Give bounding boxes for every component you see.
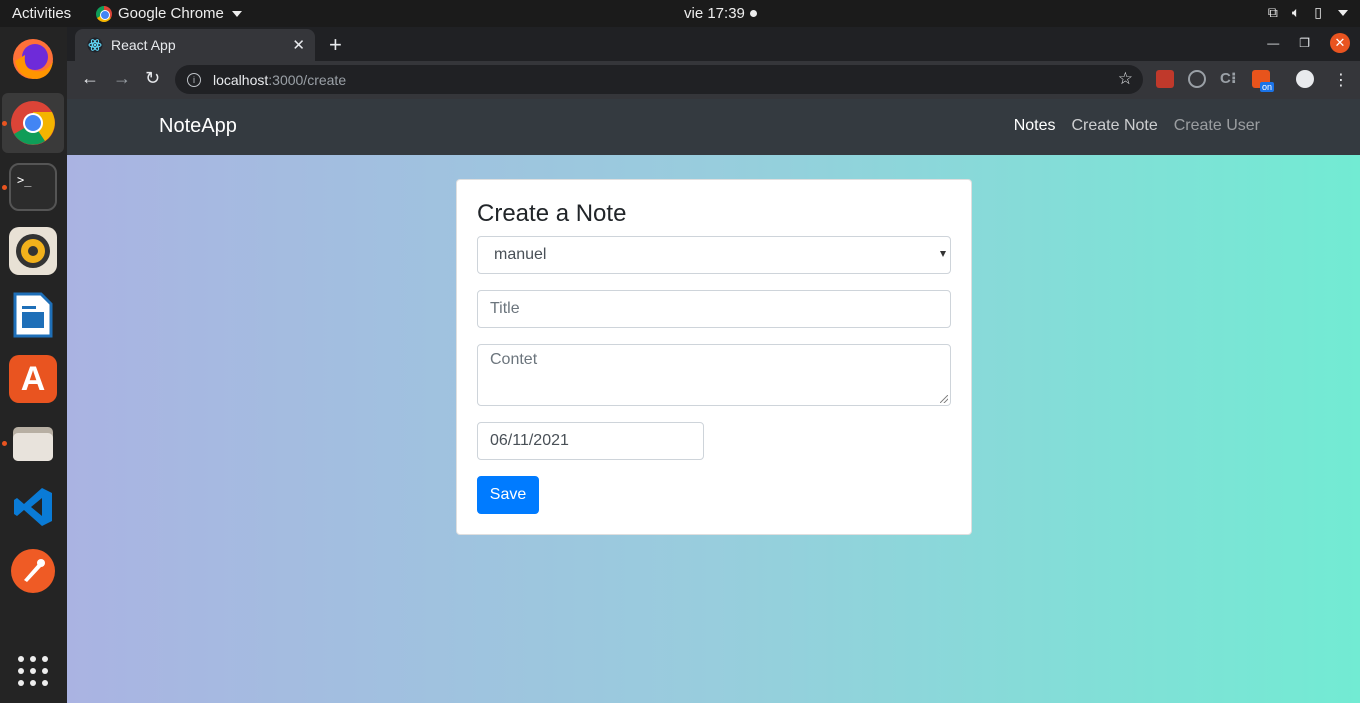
user-select-value: manuel	[494, 246, 547, 263]
volume-icon: 🔈︎	[1291, 4, 1301, 20]
extension-icon[interactable]	[1188, 70, 1206, 88]
forward-icon[interactable]: →	[113, 68, 131, 89]
browser-tab-strip: React App ✕ + — ❐ ✕	[67, 27, 1360, 61]
terminal-icon[interactable]: >_	[9, 163, 57, 211]
create-note-card: Create a Note manuel Title Contet 06/11/…	[456, 179, 972, 535]
close-window-icon[interactable]: ✕	[1330, 33, 1350, 53]
running-indicator	[2, 441, 7, 446]
chrome-icon[interactable]	[9, 99, 57, 147]
caret-down-icon	[231, 10, 242, 17]
page-viewport: NoteApp Notes Create Note Create User Cr…	[67, 99, 1360, 703]
new-tab-button[interactable]: +	[329, 32, 342, 58]
react-icon	[87, 37, 103, 53]
running-indicator	[2, 121, 7, 126]
software-center-icon[interactable]: A	[9, 355, 57, 403]
url-host: localhost	[213, 71, 269, 88]
reload-icon[interactable]: ↻	[145, 68, 160, 89]
window-controls: — ❐ ✕	[1267, 33, 1350, 53]
chrome-icon	[96, 5, 112, 22]
menu-icon[interactable]: ⋮	[1333, 70, 1349, 90]
bookmark-star-icon[interactable]: ☆	[1118, 69, 1133, 89]
profile-icon[interactable]	[1296, 70, 1314, 88]
save-button[interactable]: Save	[477, 476, 539, 514]
notification-dot-icon	[749, 10, 757, 17]
select-arrow-icon	[940, 251, 946, 257]
address-bar[interactable]: i localhost:3000/create ☆	[175, 65, 1143, 94]
battery-icon: ▯	[1314, 4, 1322, 20]
tab-title: React App	[111, 37, 176, 53]
extension-icon[interactable]	[1156, 70, 1174, 88]
app-navbar: NoteApp Notes Create Note Create User	[67, 99, 1360, 155]
date-value: 06/11/2021	[490, 432, 569, 449]
user-select[interactable]: manuel	[477, 236, 951, 274]
nav-link-create-note[interactable]: Create Note	[1071, 117, 1157, 135]
system-top-bar: Activities Google Chrome vie 17:39 ⧉ 🔈︎ …	[0, 0, 1360, 27]
running-indicator	[2, 185, 7, 190]
extension-icon[interactable]: on	[1252, 70, 1274, 92]
clock-label: vie 17:39	[684, 5, 745, 22]
system-tray[interactable]: ⧉ 🔈︎ ▯	[1268, 4, 1348, 21]
app-menu-label: Google Chrome	[118, 5, 224, 22]
app-menu[interactable]: Google Chrome	[96, 5, 242, 22]
activities-button[interactable]: Activities	[12, 5, 71, 22]
vscode-icon[interactable]	[9, 483, 57, 531]
nav-link-create-user[interactable]: Create User	[1174, 117, 1260, 135]
nav-links: Notes Create Note Create User	[1014, 117, 1260, 135]
title-input[interactable]: Title	[477, 290, 951, 328]
maximize-icon[interactable]: ❐	[1299, 36, 1310, 50]
site-info-icon[interactable]: i	[187, 72, 201, 87]
content-placeholder: Contet	[490, 351, 538, 368]
title-placeholder: Title	[490, 300, 520, 317]
brand-link[interactable]: NoteApp	[159, 115, 237, 138]
resize-handle-icon[interactable]	[940, 395, 948, 403]
network-icon: ⧉	[1267, 4, 1278, 20]
writer-icon[interactable]	[9, 291, 57, 339]
extension-icon[interactable]: C⁝	[1220, 69, 1238, 87]
show-applications-icon[interactable]	[9, 647, 57, 695]
browser-toolbar: ← → ↻ i localhost:3000/create ☆ C⁝ on ⋮	[67, 61, 1360, 99]
back-icon[interactable]: ←	[81, 68, 99, 89]
firefox-icon[interactable]	[9, 35, 57, 83]
clock[interactable]: vie 17:39	[684, 5, 757, 22]
nav-link-notes[interactable]: Notes	[1014, 117, 1056, 135]
postman-icon[interactable]	[9, 547, 57, 595]
rhythmbox-icon[interactable]	[9, 227, 57, 275]
url-path: :3000/create	[268, 71, 347, 88]
tab-close-icon[interactable]: ✕	[292, 36, 305, 54]
page-title: Create a Note	[477, 200, 627, 227]
browser-tab[interactable]: React App ✕	[75, 29, 315, 61]
caret-down-icon	[1338, 9, 1348, 16]
minimize-icon[interactable]: —	[1267, 36, 1279, 50]
date-picker-input[interactable]: 06/11/2021	[477, 422, 704, 460]
files-icon[interactable]	[9, 419, 57, 467]
dock: >_ A	[0, 27, 67, 703]
content-textarea[interactable]: Contet	[477, 344, 951, 406]
